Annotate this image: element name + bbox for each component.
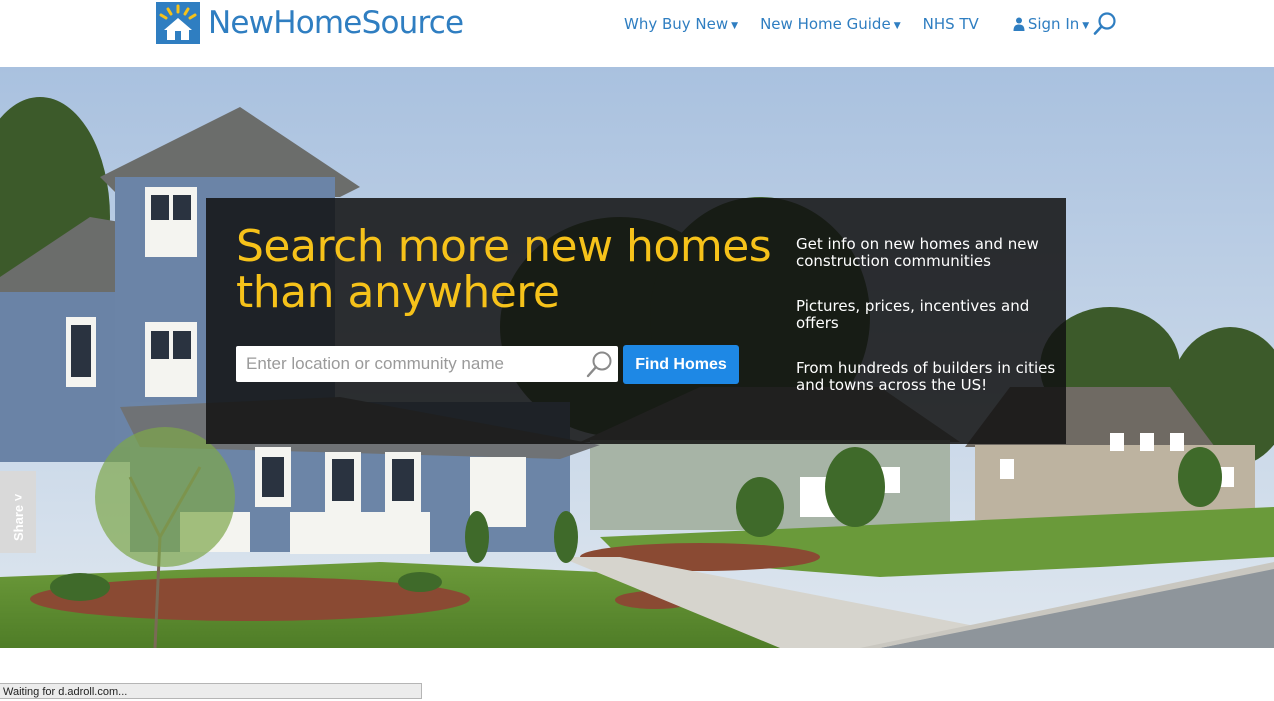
nav-sign-in[interactable]: Sign In ▼ (1013, 15, 1089, 33)
feature-list: Get info on new homes and new constructi… (796, 236, 1056, 422)
nav-why-buy-new[interactable]: Why Buy New ▼ (624, 15, 738, 33)
person-icon (1013, 17, 1025, 31)
caret-down-icon: ▼ (893, 20, 901, 31)
site-header: NewHomeSource Why Buy New ▼ New Home Gui… (0, 0, 1274, 67)
search-icon[interactable] (584, 349, 614, 379)
find-homes-button[interactable]: Find Homes (623, 345, 739, 384)
share-tab[interactable]: Share ˅ (0, 471, 36, 553)
brand-name: NewHomeSource (208, 5, 464, 41)
browser-status-bar: Waiting for d.adroll.com... (0, 683, 422, 699)
hero-headline: Search more new homes than anywhere (236, 221, 772, 318)
house-icon (156, 2, 200, 44)
main-nav: Why Buy New ▼ New Home Guide ▼ NHS TV Si… (624, 12, 1089, 36)
feature-item: Get info on new homes and new constructi… (796, 235, 1039, 270)
caret-down-icon: ▼ (731, 20, 739, 31)
nav-nhs-tv[interactable]: NHS TV (923, 15, 979, 33)
nav-new-home-guide[interactable]: New Home Guide ▼ (760, 15, 901, 33)
caret-down-icon: ▼ (1082, 20, 1090, 31)
site-logo[interactable]: NewHomeSource (156, 2, 464, 44)
nav-label: Why Buy New (624, 15, 729, 33)
share-label: Share ˅ (11, 493, 26, 541)
hero-search-panel: Search more new homes than anywhere Find… (206, 198, 1066, 444)
location-search-box (236, 346, 618, 382)
nav-label: Sign In (1027, 15, 1080, 33)
feature-item: From hundreds of builders in cities and … (796, 359, 1056, 394)
nav-label: New Home Guide (760, 15, 891, 33)
feature-item: Pictures, prices, incentives and offers (796, 297, 1030, 332)
location-search-input[interactable] (236, 346, 586, 382)
search-icon[interactable] (1092, 11, 1118, 37)
hero-section: Search more new homes than anywhere Find… (0, 67, 1274, 648)
nav-label: NHS TV (922, 15, 979, 33)
